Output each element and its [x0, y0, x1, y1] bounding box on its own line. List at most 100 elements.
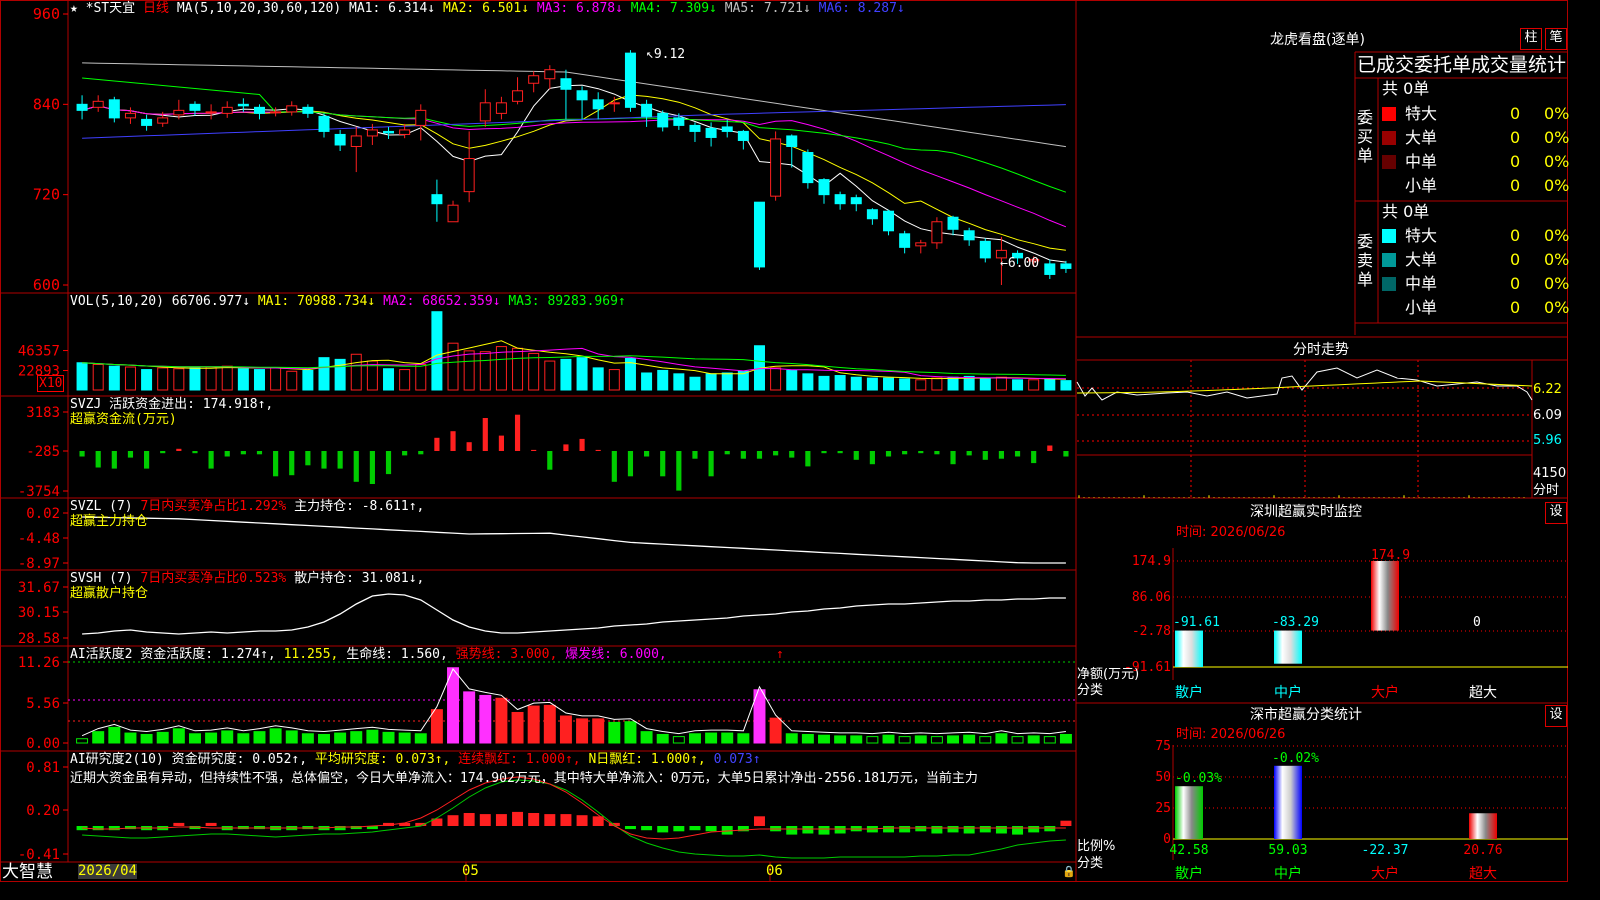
svzj-bar: [740, 451, 746, 459]
svzj-bar: [160, 451, 166, 454]
ai-commentary: 近期大资金虽有异动，但持续性不强，总体偏空，今日大单净流入：174.902万元，…: [70, 771, 978, 786]
buy-row-name-2: 中单: [1405, 152, 1438, 171]
high-price-mark: ↖9.12: [646, 47, 686, 62]
intraday-tick-3: 4150: [1533, 466, 1567, 481]
ai-research-bar: [818, 826, 830, 835]
buy-row-name-3: 小单: [1405, 176, 1438, 195]
svzj-bar: [240, 451, 246, 455]
monitor-title: 深圳超赢实时监控: [1250, 504, 1362, 520]
svzj-bar: [79, 451, 85, 457]
ai-active-bar: [737, 733, 750, 744]
sell-row-count-3: 0: [1510, 298, 1521, 317]
intraday-tick-2: 5.96: [1533, 433, 1562, 448]
pane7-y-tick-2: -0.41: [18, 847, 60, 863]
volume-bar: [334, 358, 346, 391]
buy-row-pct-2: 0%: [1544, 152, 1570, 171]
ai-active-bar: [366, 729, 379, 744]
monitor-settings-button[interactable]: 设: [1545, 502, 1567, 524]
candle-body: [463, 158, 475, 193]
candle-body: [495, 102, 507, 114]
classify-settings-button[interactable]: 设: [1545, 705, 1567, 727]
candle-body: [302, 106, 314, 114]
classify-top-label-0: -0.03%: [1175, 771, 1222, 786]
volume-bar: [721, 372, 733, 391]
candle-body: [770, 138, 782, 197]
svzj-bar: [918, 451, 924, 454]
ai-research-line: [82, 779, 1066, 859]
brand-logo: 大智慧: [2, 862, 53, 882]
vol-ma-value-3: MA3: 89283.969↑: [508, 294, 626, 309]
ai-active-burst: 爆发线: 6.000,: [565, 647, 667, 662]
pane2-title-row: VOL(5,10,20) 66706.977↓ MA1: 70988.734↓ …: [70, 294, 626, 309]
classify-value-2: -22.37: [1362, 843, 1409, 858]
svsh-value: 散户持仓: 31.081↓,: [294, 571, 425, 586]
ai-active-bar: [414, 733, 427, 744]
volume-bar: [495, 346, 507, 391]
classify-value-3: 20.76: [1463, 843, 1502, 858]
bar-view-button[interactable]: 柱: [1520, 28, 1542, 50]
volume-bar: [383, 368, 395, 391]
monitor-value-0: -91.61: [1173, 615, 1220, 630]
classify-time: 时间: 2026/06/26: [1176, 727, 1286, 742]
classify-top-label-1: -0.02%: [1272, 751, 1319, 766]
period-label[interactable]: 日线: [143, 1, 169, 16]
ai-active-bar: [850, 735, 863, 744]
svzj-value: 活跃资金进出: 174.918↑,: [109, 397, 274, 412]
volume-bar: [947, 376, 959, 391]
sell-row-name-3: 小单: [1405, 298, 1438, 317]
candle-body: [592, 99, 604, 110]
classify-value-1: 59.03: [1268, 843, 1307, 858]
ai-active-bar: [963, 734, 976, 744]
volume-bar: [866, 377, 878, 391]
ai-research-bar: [705, 826, 717, 832]
ai-research-bar: [92, 826, 104, 831]
ai-research-bar: [544, 814, 556, 826]
svzj-bar: [337, 451, 343, 469]
ai-research-bar: [915, 826, 927, 832]
svzj-bar: [708, 451, 714, 477]
lock-icon[interactable]: 🔒: [1062, 864, 1076, 879]
monitor-x-caption: 分类: [1077, 683, 1104, 698]
svzj-bar: [224, 451, 230, 457]
volume-bar: [431, 311, 443, 391]
ai-active-bar: [253, 731, 266, 744]
ai-research-bar: [834, 826, 846, 834]
candle-body: [92, 100, 104, 108]
classify-bar-0: [1175, 786, 1203, 839]
ma-line-10: [81, 94, 1066, 251]
volume-bar: [979, 378, 991, 391]
ai-active-bar: [172, 728, 185, 744]
classify-y-tick-0: 75: [1155, 739, 1171, 754]
volume-bar: [253, 369, 265, 391]
candle-body: [512, 90, 524, 102]
sell-color-swatch-0: [1382, 229, 1396, 243]
classify-x-caption: 分类: [1077, 856, 1104, 871]
ai-active-bar: [1011, 736, 1024, 744]
ai-active-bar: [1027, 735, 1040, 744]
ai-active-bar: [285, 730, 298, 744]
star-icon[interactable]: ★: [70, 1, 78, 16]
ai-active-bar: [979, 736, 992, 744]
monitor-bar-1: [1274, 630, 1302, 664]
svzj-bar: [547, 451, 553, 470]
buy-row-pct-3: 0%: [1544, 176, 1570, 195]
volume-bar: [576, 357, 588, 391]
svzj-bar: [595, 449, 601, 451]
pen-view-button[interactable]: 笔: [1545, 28, 1567, 50]
ai-research-bar: [205, 822, 217, 826]
candle-body: [834, 194, 846, 205]
ai-research-bar: [560, 814, 572, 826]
high-price-value: 9.12: [653, 47, 686, 62]
ai-research-extra: 0.073↑: [713, 752, 761, 767]
ai-active-bar: [576, 718, 589, 744]
volume-bar: [463, 350, 475, 391]
candle-body: [157, 117, 169, 124]
vol-ma-value-2: MA2: 68652.359↓: [383, 294, 509, 309]
ma-value-4: MA4: 7.309↓: [630, 1, 725, 16]
volume-bar: [802, 373, 814, 391]
ai-active-bar: [318, 733, 330, 744]
monitor-category-0: 散户: [1175, 684, 1203, 701]
ai-active-bar: [898, 736, 911, 744]
volume-bar: [689, 376, 701, 391]
volume-bar: [124, 366, 136, 391]
